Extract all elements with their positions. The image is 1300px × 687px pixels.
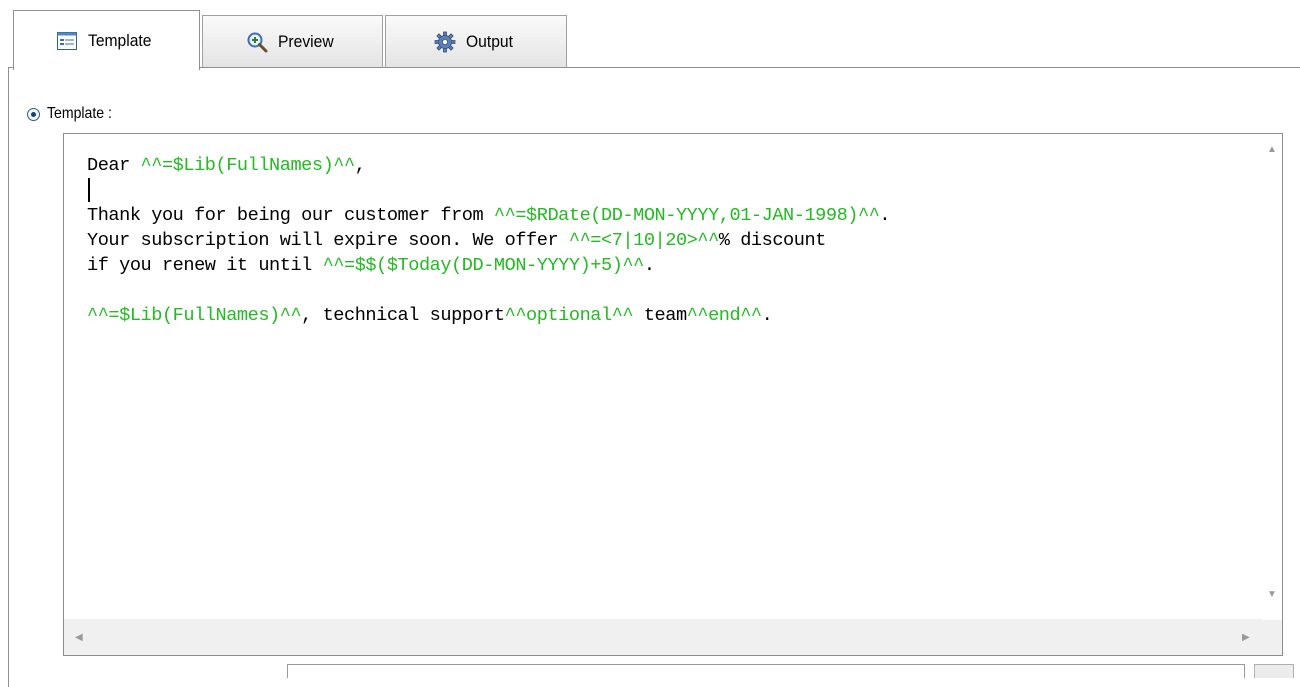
template-editor[interactable]: Dear ^^=$Lib(FullNames)^^, Thank you for… (63, 133, 1283, 656)
tab-strip: Template Preview Output (0, 0, 1300, 70)
text-run: Thank you for being our customer from (87, 205, 494, 226)
text-run: . (761, 305, 773, 326)
scroll-down-icon[interactable]: ▼ (1267, 590, 1277, 600)
text-run: % discount (718, 230, 827, 251)
editor-line-4: Your subscription will expire soon. We o… (87, 228, 1259, 253)
scroll-up-icon[interactable]: ▲ (1267, 145, 1277, 155)
editor-line-7: ^^=$Lib(FullNames)^^, technical support^… (87, 303, 1259, 328)
bottom-button[interactable] (1254, 664, 1294, 678)
template-tag: ^^=$Lib(FullNames)^^ (87, 305, 302, 326)
template-tag: ^^=<7|10|20>^^ (568, 230, 719, 251)
template-tag: ^^=$Lib(FullNames)^^ (140, 155, 356, 176)
editor-line-1: Dear ^^=$Lib(FullNames)^^, (87, 153, 1259, 178)
text-run: Your subscription will expire soon. We o… (87, 230, 569, 251)
text-run: . (643, 255, 655, 276)
bottom-input-field[interactable] (287, 664, 1245, 678)
template-tag: ^^optional^^ (504, 305, 634, 326)
editor-line-2 (87, 178, 1259, 203)
template-radio[interactable] (27, 107, 40, 121)
scroll-right-icon[interactable]: ▶ (1242, 633, 1250, 643)
template-icon (57, 31, 77, 50)
editor-line-5: if you renew it until ^^=$$($Today(DD-MO… (87, 253, 1259, 278)
tab-preview[interactable]: Preview (202, 15, 383, 67)
horizontal-scrollbar[interactable]: ◀ ▶ (64, 619, 1263, 655)
tab-output[interactable]: Output (385, 15, 567, 67)
editor-content[interactable]: Dear ^^=$Lib(FullNames)^^, Thank you for… (87, 153, 1259, 328)
text-caret (88, 178, 90, 202)
tab-output-label: Output (466, 31, 514, 51)
template-tag: ^^=$RDate(DD-MON-YYYY,01-JAN-1998)^^ (493, 205, 880, 226)
text-run: team (633, 305, 687, 326)
text-run: if you renew it until (87, 255, 323, 276)
template-tag: ^^end^^ (686, 305, 762, 326)
template-tag: ^^=$$($Today(DD-MON-YYYY)+5)^^ (322, 255, 645, 276)
text-run: . (879, 205, 891, 226)
tab-template-label: Template (88, 30, 152, 50)
scrollbar-corner (1263, 620, 1282, 655)
gear-icon (435, 31, 456, 52)
text-run: , technical support (301, 305, 505, 326)
vertical-scrollbar[interactable]: ▲ ▼ (1263, 134, 1282, 620)
tab-preview-label: Preview (278, 31, 334, 51)
magnifier-icon (247, 32, 268, 52)
tab-template[interactable]: Template (13, 10, 200, 70)
template-radio-label: Template : (47, 105, 112, 122)
scroll-left-icon[interactable]: ◀ (75, 633, 83, 643)
editor-line-3: Thank you for being our customer from ^^… (87, 203, 1259, 228)
template-option[interactable]: Template : (27, 105, 121, 123)
text-run: , (354, 155, 366, 176)
text-run: Dear (87, 155, 141, 176)
editor-line-6 (87, 278, 1259, 303)
